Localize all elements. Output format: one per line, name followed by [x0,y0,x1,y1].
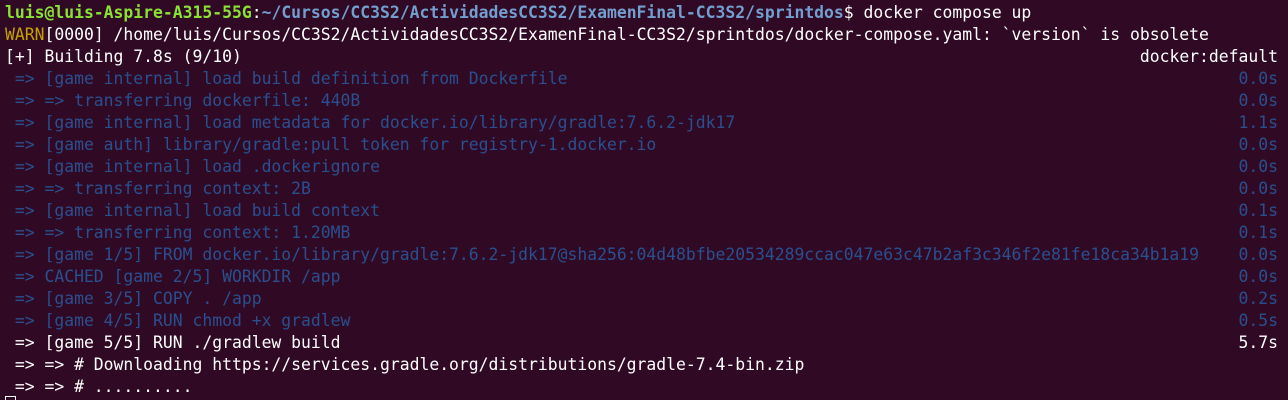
build-step-text: => [game internal] load .dockerignore [5,157,380,176]
build-step-time: 0.0s [1238,157,1278,176]
build-step-line: => [game 1/5] FROM docker.io/library/gra… [5,244,1278,266]
build-step-line: => [game internal] load metadata for doc… [5,112,1278,134]
build-step-time: 0.1s [1238,201,1278,220]
build-step-line: => [game 3/5] COPY . /app 0.2s [5,288,1278,310]
build-step-text: => [game auth] library/gradle:pull token… [5,135,657,154]
build-step-time: 0.0s [1238,267,1278,286]
build-step-line: => => # Downloading https://services.gra… [5,354,1278,376]
build-step-line: => => transferring dockerfile: 440B 0.0s [5,90,1278,112]
build-step-line: => [game auth] library/gradle:pull token… [5,134,1278,156]
build-step-text: => => # Downloading https://services.gra… [5,355,805,374]
build-step-line: => => transferring context: 1.20MB 0.1s [5,222,1278,244]
build-step-line: => => transferring context: 2B 0.0s [5,178,1278,200]
prompt-symbol: $ [843,3,854,22]
build-step-text: => [game 4/5] RUN chmod +x gradlew [5,311,351,330]
build-step-time: 1.1s [1238,113,1278,132]
build-step-line: => [game internal] load build context 0.1… [5,200,1278,222]
build-step-time: 0.5s [1238,311,1278,330]
prompt-user-host: luis@luis-Aspire-A315-55G [5,3,252,22]
build-step-time: 0.1s [1238,223,1278,242]
prompt-line: luis@luis-Aspire-A315-55G:~/Cursos/CC3S2… [5,2,1278,24]
warning-tag: WARN [5,25,45,44]
prompt-command: docker compose up [853,3,1032,22]
build-step-text: => [game 3/5] COPY . /app [5,289,262,308]
warning-line: WARN[0000] /home/luis/Cursos/CC3S2/Activ… [5,24,1278,46]
build-step-time: 0.2s [1238,289,1278,308]
prompt-cwd: ~/Cursos/CC3S2/ActividadesCC3S2/ExamenFi… [261,3,844,22]
build-step-text: => [game internal] load metadata for doc… [5,113,736,132]
build-step-text: => => # .......... [5,377,193,396]
build-step-text: => [game internal] load build context [5,201,380,220]
build-step-text: => CACHED [game 2/5] WORKDIR /app [5,267,341,286]
build-steps-list: => [game internal] load build definition… [5,68,1288,398]
build-step-text: => [game 1/5] FROM docker.io/library/gra… [5,245,1200,264]
build-status: [+] Building 7.8s (9/10) [5,47,242,66]
build-context: docker:default [1139,47,1278,66]
build-step-time: 0.0s [1238,245,1278,264]
build-step-time: 0.0s [1238,179,1278,198]
build-step-time: 0.0s [1238,69,1278,88]
build-step-text: => => transferring dockerfile: 440B [5,91,361,110]
terminal-cursor [5,396,16,400]
terminal-window[interactable]: luis@luis-Aspire-A315-55G:~/Cursos/CC3S2… [0,0,1288,400]
build-step-line: => CACHED [game 2/5] WORKDIR /app 0.0s [5,266,1278,288]
build-step-text: => [game internal] load build definition… [5,69,568,88]
build-step-text: => [game 5/5] RUN ./gradlew build [5,333,341,352]
build-step-line: => [game 5/5] RUN ./gradlew build 5.7s [5,332,1278,354]
build-step-line: => [game 4/5] RUN chmod +x gradlew 0.5s [5,310,1278,332]
build-step-text: => => transferring context: 2B [5,179,311,198]
build-step-text: => => transferring context: 1.20MB [5,223,351,242]
build-step-line: => [game internal] load build definition… [5,68,1278,90]
build-step-time: 5.7s [1238,333,1278,352]
prompt-separator: : [251,3,262,22]
build-step-line: => => # .......... [5,376,1278,398]
build-step-line: => [game internal] load .dockerignore 0.0… [5,156,1278,178]
warning-message: [0000] /home/luis/Cursos/CC3S2/Actividad… [44,25,1209,44]
build-header-line: [+] Building 7.8s (9/10) docker:default [5,46,1278,68]
build-step-time: 0.0s [1238,91,1278,110]
build-step-time: 0.0s [1238,135,1278,154]
